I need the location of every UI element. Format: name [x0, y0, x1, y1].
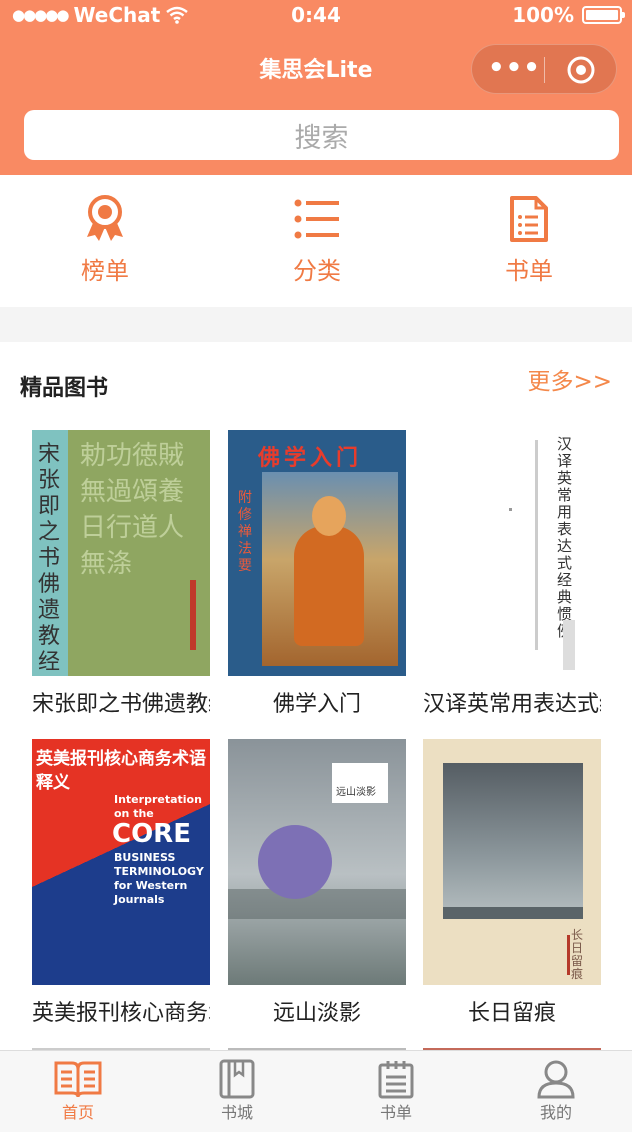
list-icon: [294, 199, 339, 239]
book-cover: 英美报刊核心商务术语释义 Interpretation on the CORE B…: [32, 739, 210, 985]
miniprogram-capsule: •••: [471, 44, 617, 94]
more-link[interactable]: 更多>>: [527, 362, 612, 396]
book-cover: 宋张即之书佛遗教经 勅功徳賊無過頌養日行道人無涤: [32, 430, 210, 676]
quick-nav-label: 分类: [293, 257, 341, 285]
search-placeholder: 搜索: [294, 122, 349, 154]
quick-nav: 榜单 分类 书单: [0, 175, 632, 307]
book-title: 宋张即之书佛遗教经: [32, 692, 210, 717]
tab-bar: 首页 书城 书单 我的: [0, 1050, 632, 1132]
tab-label: 我的: [539, 1103, 572, 1122]
book-title: 长日留痕: [467, 1001, 556, 1026]
book-card[interactable]: 佛学入门 附修禅法要 佛学入门: [228, 430, 406, 718]
user-icon: [537, 1060, 575, 1099]
tab-home[interactable]: 首页: [38, 1059, 118, 1123]
quick-nav-label: 榜单: [81, 257, 129, 285]
book-card[interactable]: 远山淡影 远山淡影: [228, 739, 406, 1027]
book-cover: 长日留痕: [423, 739, 601, 985]
tab-label: 书城: [220, 1103, 253, 1122]
featured-books-section: 精品图书 更多>> 宋张即之书佛遗教经 勅功徳賊無過頌養日行道人無涤 宋张即之书…: [0, 342, 632, 1052]
document-icon: [510, 196, 548, 242]
search-input[interactable]: 搜索: [24, 110, 619, 160]
book-title: 英美报刊核心商务术语释义: [32, 1001, 210, 1026]
book-cover: 汉译英常用表达式经典惯例: [423, 430, 601, 676]
book-card[interactable]: 宋张即之书佛遗教经 勅功徳賊無過頌養日行道人無涤 宋张即之书佛遗教经: [32, 430, 210, 718]
target-icon[interactable]: [566, 55, 596, 85]
book-cover: 远山淡影: [228, 739, 406, 985]
book-card[interactable]: 英美报刊核心商务术语释义 Interpretation on the CORE B…: [32, 739, 210, 1027]
battery-icon: [582, 6, 625, 24]
book-card[interactable]: 汉译英常用表达式经典惯例 汉译英常用表达式经典惯例: [423, 430, 601, 718]
section-title: 精品图书: [20, 376, 109, 401]
tab-mine[interactable]: 我的: [516, 1059, 596, 1123]
book-title: 远山淡影: [272, 1001, 361, 1026]
quick-nav-label: 书单: [505, 257, 553, 285]
quick-nav-ranking[interactable]: 榜单: [45, 195, 165, 286]
book-title: 汉译英常用表达式经典惯例: [423, 692, 601, 717]
book-title: 佛学入门: [272, 692, 361, 717]
tab-label: 首页: [61, 1103, 94, 1122]
tab-bookstore[interactable]: 书城: [197, 1059, 277, 1123]
battery-percent: 100%: [512, 3, 574, 27]
tab-label: 书单: [379, 1103, 412, 1122]
book-card[interactable]: 长日留痕 长日留痕: [423, 739, 601, 1027]
book-icon: [219, 1059, 255, 1099]
capsule-divider: [544, 57, 545, 83]
open-book-icon: [54, 1061, 102, 1098]
status-bar: ●●●●● WeChat 0:44 100%: [0, 0, 632, 32]
more-dots-icon[interactable]: •••: [488, 55, 541, 81]
quick-nav-category[interactable]: 分类: [257, 195, 377, 286]
quick-nav-booklist[interactable]: 书单: [469, 195, 589, 286]
award-ribbon-icon: [87, 195, 123, 241]
header: ●●●●● WeChat 0:44 100% 集思会Lite ••• 搜索: [0, 0, 632, 175]
tab-booklist[interactable]: 书单: [356, 1059, 436, 1123]
book-cover: 佛学入门 附修禅法要: [228, 430, 406, 676]
notepad-icon: [378, 1061, 414, 1099]
